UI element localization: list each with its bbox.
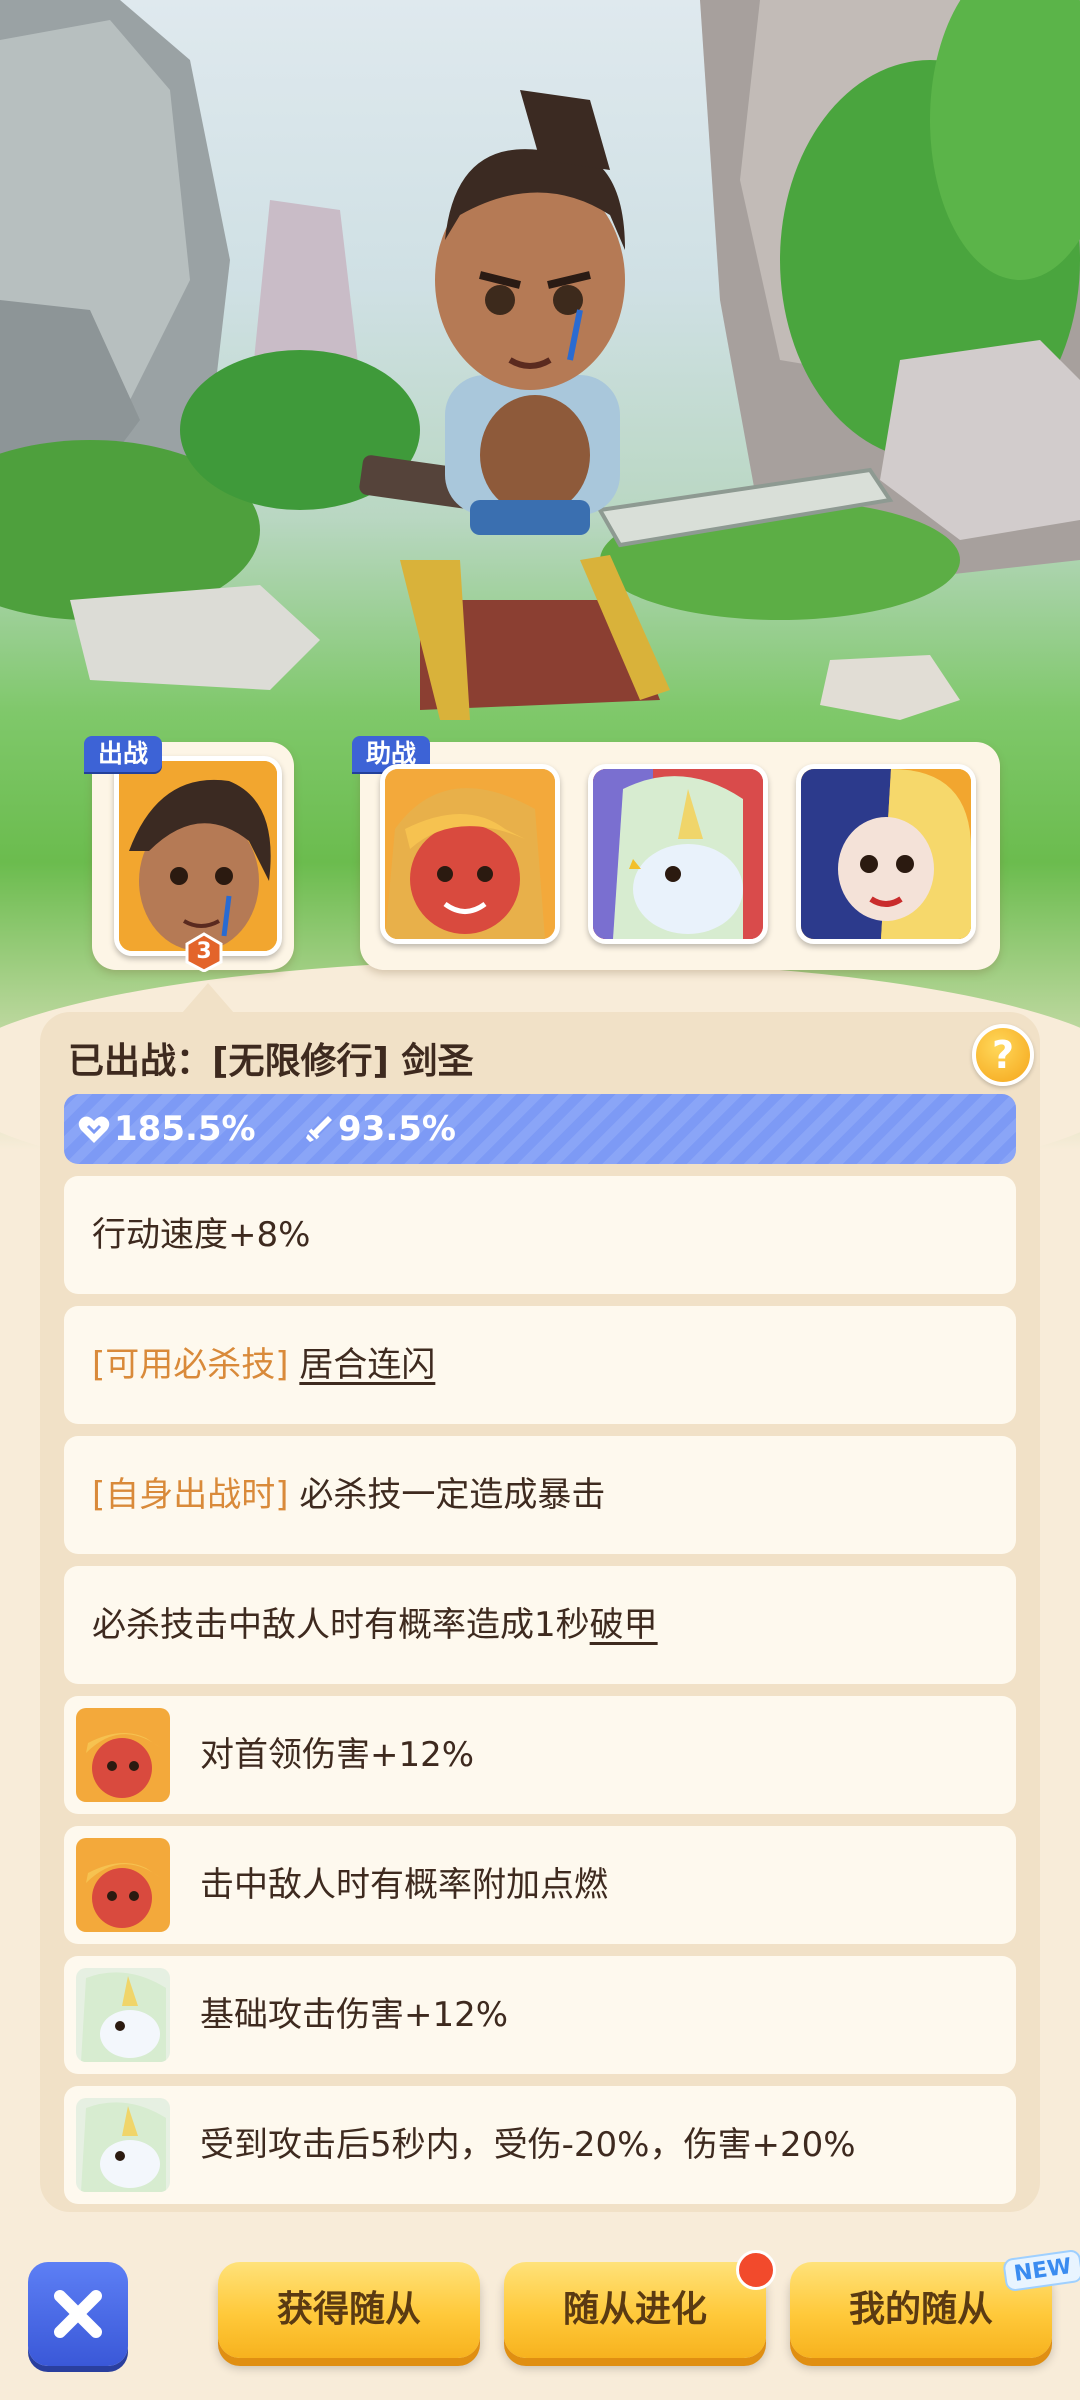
main-slot-tag: 出战 <box>84 736 163 772</box>
bottom-bar: 获得随从 随从进化 我的随从 NEW <box>0 2212 1080 2400</box>
trait-desc: 必杀技一定造成暴击 <box>299 1475 606 1515</box>
trait-row: 对首领伤害+12% <box>64 1696 1016 1814</box>
trait-text: 击中敌人时有概率附加点燃 <box>200 1865 608 1905</box>
trait-text: 必杀技击中敌人时有概率造成1秒破甲 <box>92 1566 658 1684</box>
trait-row: 受到攻击后5秒内，受伤-20%，伤害+20% <box>64 2086 1016 2204</box>
selection-pointer <box>182 983 234 1013</box>
support-slot-jester[interactable] <box>796 764 976 944</box>
support-slots: 助战 <box>352 736 1000 970</box>
panel-title: 已出战：[无限修行] 剑圣 <box>68 1041 474 1082</box>
trait-text: 行动速度+8% <box>92 1215 311 1255</box>
fire-girl-portrait <box>385 769 555 939</box>
trait-text: 对首领伤害+12% <box>200 1735 475 1775</box>
skill-link[interactable]: 居合连闪 <box>299 1345 435 1385</box>
hp-value: 185.5% <box>114 1109 256 1149</box>
heart-shield-icon <box>78 1116 110 1143</box>
trait-tag: [可用必杀技] <box>92 1345 289 1385</box>
trait-row: 行动速度+8% <box>64 1176 1016 1294</box>
armor-break-link[interactable]: 破甲 <box>590 1605 658 1645</box>
question-icon: ? <box>991 1033 1015 1077</box>
trait-text: 受到攻击后5秒内，受伤-20%，伤害+20% <box>200 2125 856 2165</box>
close-button[interactable] <box>28 2262 128 2366</box>
trait-row: 必杀技击中敌人时有概率造成1秒破甲 <box>64 1566 1016 1684</box>
level-badge: 3 <box>184 932 224 973</box>
trait-text: [可用必杀技] 居合连闪 <box>92 1306 435 1424</box>
trait-tag: [自身出战时] <box>92 1475 289 1515</box>
main-hero-slot[interactable]: 出战 3 <box>84 736 294 973</box>
trait-desc: 必杀技击中敌人时有概率造成1秒 <box>92 1605 590 1645</box>
get-follower-button[interactable]: 获得随从 <box>218 2262 480 2358</box>
fire-girl-portrait <box>76 1708 170 1802</box>
trait-text: 基础攻击伤害+12% <box>200 1995 509 2035</box>
trait-row: 击中敌人时有概率附加点燃 <box>64 1826 1016 1944</box>
new-badge: NEW <box>1002 2248 1080 2293</box>
sword-icon <box>306 1116 332 1142</box>
fire-girl-portrait <box>76 1838 170 1932</box>
trait-row: [自身出战时] 必杀技一定造成暴击 <box>64 1436 1016 1554</box>
close-icon <box>54 2290 102 2338</box>
attack-stat: 93.5% <box>304 1094 456 1164</box>
notification-dot <box>736 2250 776 2290</box>
trait-row: [可用必杀技] 居合连闪 <box>64 1306 1016 1424</box>
unicorn-portrait <box>76 2098 170 2192</box>
unicorn-portrait <box>593 769 763 939</box>
unicorn-portrait <box>76 1968 170 2062</box>
attack-value: 93.5% <box>338 1109 456 1149</box>
jester-portrait <box>801 769 971 939</box>
hero-level-number: 3 <box>196 939 212 964</box>
stat-bar: 185.5% 93.5% <box>64 1094 1016 1164</box>
trait-row: 基础攻击伤害+12% <box>64 1956 1016 2074</box>
trait-text: [自身出战时] 必杀技一定造成暴击 <box>92 1436 605 1554</box>
samurai-hero-portrait <box>114 756 282 956</box>
team-row: 出战 3 助战 <box>80 736 1000 987</box>
support-slot-unicorn[interactable] <box>588 764 768 944</box>
evolve-follower-button[interactable]: 随从进化 <box>504 2262 766 2358</box>
help-button[interactable]: ? <box>972 1024 1034 1086</box>
hero-info-panel: 已出战：[无限修行] 剑圣 ? 185.5% 93.5% 行动速度+8% [可用… <box>40 1012 1040 2212</box>
support-slot-fire-girl[interactable] <box>380 764 560 944</box>
hp-stat: 185.5% <box>78 1094 256 1164</box>
